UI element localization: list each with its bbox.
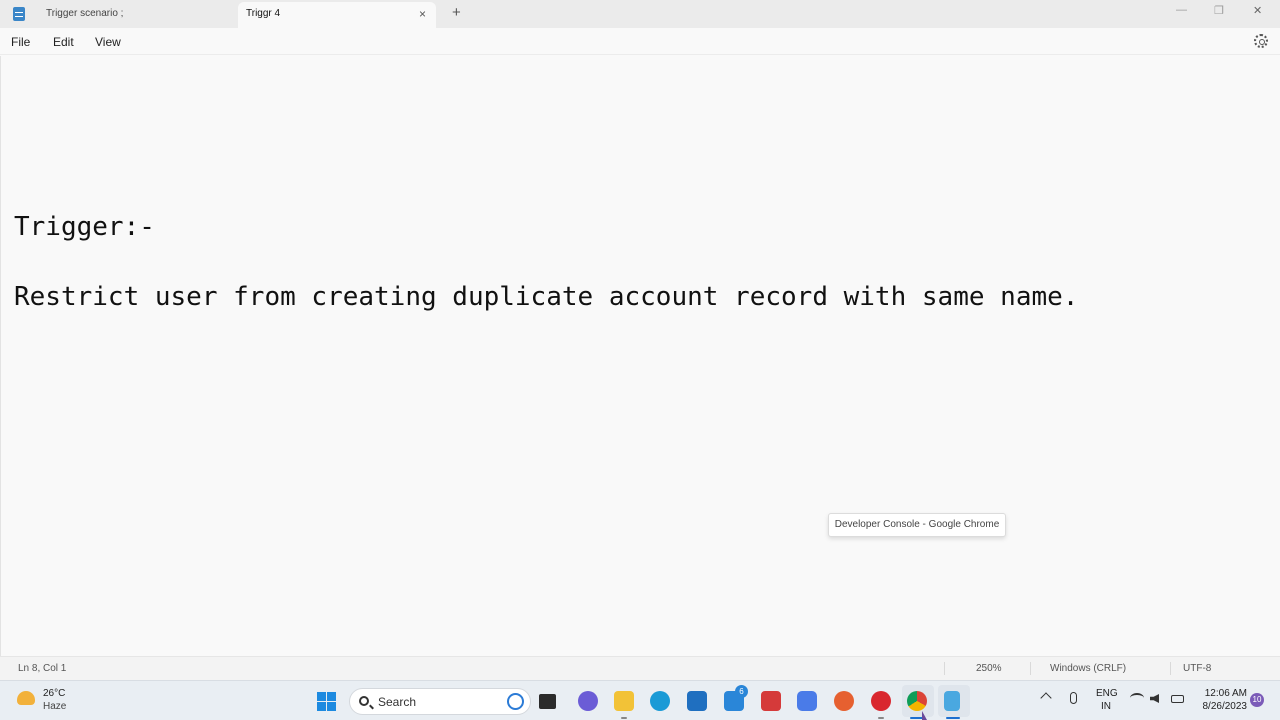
microphone-icon[interactable] (1070, 692, 1077, 704)
menu-view[interactable]: View (95, 35, 121, 49)
status-divider (1170, 662, 1171, 675)
store-icon[interactable] (687, 691, 707, 711)
title-bar: Trigger scenario ; Triggr 4 × + — ❐ ✕ (0, 0, 1280, 28)
menu-bar: File Edit View (0, 28, 1280, 55)
mail-badge: 6 (735, 685, 748, 698)
search-icon (359, 696, 369, 706)
search-label: Search (378, 695, 417, 709)
clock-time[interactable]: 12:06 AM (1197, 688, 1247, 699)
encoding: UTF-8 (1183, 663, 1212, 674)
notepad-icon (13, 7, 25, 21)
tab-label: Triggr 4 (246, 8, 281, 19)
tab-triggr-4[interactable]: Triggr 4 × (238, 2, 436, 28)
taskbar-tooltip: Developer Console - Google Chrome (828, 513, 1006, 537)
running-indicator (621, 717, 627, 719)
running-indicator (878, 717, 884, 719)
menu-file[interactable]: File (11, 35, 30, 49)
gift-icon[interactable] (761, 691, 781, 711)
gear-icon[interactable] (1254, 34, 1268, 48)
chat-icon[interactable] (578, 691, 598, 711)
cursor-position: Ln 8, Col 1 (18, 663, 67, 674)
windows-start-icon[interactable] (317, 692, 336, 711)
screen-recorder-icon[interactable] (871, 691, 891, 711)
copilot-icon[interactable] (797, 691, 817, 711)
battery-icon[interactable] (1171, 695, 1184, 703)
chrome-icon[interactable] (907, 691, 927, 711)
tab-trigger-scenario[interactable]: Trigger scenario ; (38, 2, 238, 28)
menu-edit[interactable]: Edit (53, 35, 74, 49)
weather-temp[interactable]: 26°C (43, 688, 65, 699)
edge-icon[interactable] (650, 691, 670, 711)
editor-line: Trigger:- (14, 212, 155, 242)
running-indicator (946, 717, 960, 719)
chevron-up-icon[interactable] (1040, 692, 1052, 704)
notification-badge[interactable]: 10 (1250, 693, 1264, 707)
status-divider (944, 662, 945, 675)
maximize-button[interactable]: ❐ (1214, 4, 1224, 17)
taskbar: 26°C Haze Search 6 ENG IN 12:06 AM 8/26/… (0, 680, 1280, 720)
tab-label: Trigger scenario ; (46, 8, 124, 19)
weather-icon[interactable] (17, 691, 35, 705)
line-ending: Windows (CRLF) (1050, 663, 1127, 674)
weather-desc[interactable]: Haze (43, 701, 66, 712)
status-bar: Ln 8, Col 1 250% Windows (CRLF) UTF-8 (0, 656, 1280, 680)
new-tab-button[interactable]: + (452, 4, 461, 21)
file-explorer-icon[interactable] (614, 691, 634, 711)
clock-date[interactable]: 8/26/2023 (1193, 701, 1248, 712)
language-indicator[interactable]: ENG (1096, 688, 1118, 699)
minimize-button[interactable]: — (1176, 4, 1187, 16)
firefox-icon[interactable] (834, 691, 854, 711)
close-window-button[interactable]: ✕ (1253, 4, 1262, 17)
language-region[interactable]: IN (1096, 701, 1116, 712)
volume-icon[interactable] (1150, 694, 1159, 703)
zoom-level: 250% (976, 663, 1002, 674)
task-view-icon[interactable] (539, 694, 556, 709)
taskbar-search[interactable]: Search (349, 688, 531, 715)
close-tab-icon[interactable]: × (419, 2, 426, 26)
bing-icon[interactable] (507, 693, 524, 710)
notepad-icon[interactable] (944, 691, 960, 711)
text-editor[interactable]: Trigger:- Restrict user from creating du… (0, 56, 1280, 656)
mouse-cursor (922, 711, 927, 720)
status-divider (1030, 662, 1031, 675)
wifi-icon[interactable] (1130, 693, 1144, 703)
editor-line: Restrict user from creating duplicate ac… (14, 282, 1079, 312)
